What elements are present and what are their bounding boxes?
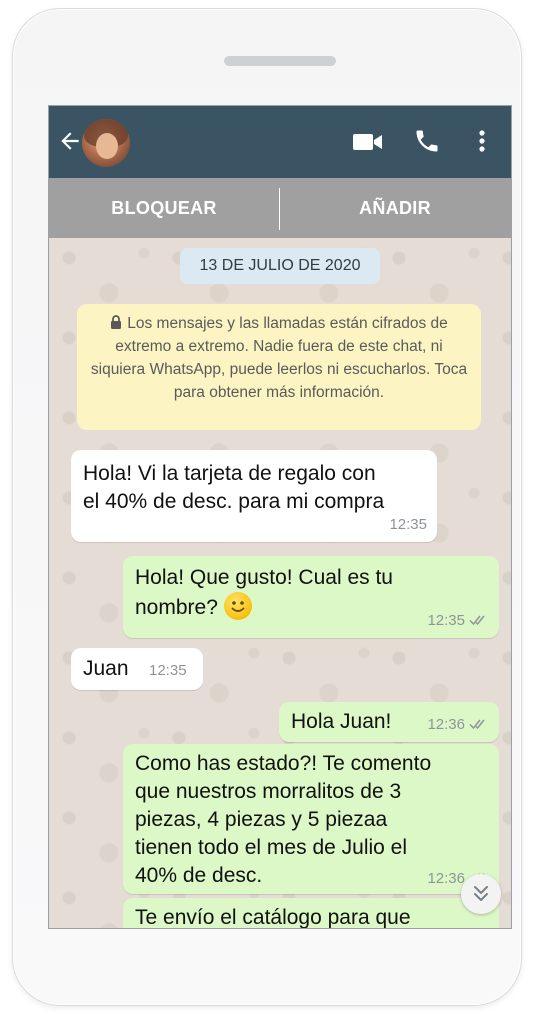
- message-time: 12:36: [427, 870, 465, 887]
- avatar-face: [96, 133, 118, 159]
- message-text: Hola Juan!: [291, 710, 392, 733]
- message-outgoing[interactable]: Hola! Que gusto! Cual es tu nombre? 12:3…: [123, 556, 499, 638]
- read-ticks-icon: [469, 615, 485, 626]
- message-time: 12:35: [149, 662, 187, 679]
- slightly-smiling-face-icon: [223, 592, 252, 620]
- message-time: 12:36: [427, 716, 465, 733]
- arrow-left-icon[interactable]: [57, 128, 83, 154]
- lock-icon: [111, 315, 122, 329]
- message-incoming[interactable]: Hola! Vi la tarjeta de regalo con el 40%…: [71, 450, 437, 542]
- message-time: 12:35: [427, 612, 465, 629]
- chat-header: [49, 106, 511, 178]
- block-button[interactable]: BLOQUEAR: [49, 178, 279, 238]
- read-ticks-icon: [469, 719, 485, 730]
- encryption-text: Los mensajes y las llamadas están cifrad…: [90, 315, 468, 401]
- phone-frame: BLOQUEAR AÑADIR 13 DE JULIO DE 2020 Los …: [12, 8, 522, 1006]
- message-outgoing[interactable]: Hola Juan! 12:36: [279, 702, 499, 742]
- date-chip: 13 DE JULIO DE 2020: [180, 248, 380, 284]
- message-outgoing[interactable]: Como has estado?! Te comento que nuestro…: [123, 744, 499, 894]
- double-chevron-down-icon: [474, 886, 488, 901]
- message-text: Juan: [83, 657, 129, 680]
- message-text: Hola! Que gusto! Cual es tu nombre?: [135, 566, 393, 619]
- message-meta: 12:35: [427, 612, 489, 630]
- add-contact-button[interactable]: AÑADIR: [280, 178, 510, 238]
- more-vertical-icon[interactable]: [469, 127, 495, 155]
- message-text-wrap: Hola! Que gusto! Cual es tu nombre?: [135, 564, 393, 622]
- video-camera-icon[interactable]: [351, 130, 385, 154]
- chat-area[interactable]: 13 DE JULIO DE 2020 Los mensajes y las l…: [49, 238, 511, 928]
- message-outgoing[interactable]: Te envío el catálogo para que: [123, 898, 499, 929]
- message-text: Como has estado?! Te comento que nuestro…: [135, 752, 432, 887]
- message-incoming[interactable]: Juan 12:35: [71, 648, 203, 690]
- scroll-to-bottom-button[interactable]: [461, 874, 501, 914]
- contact-avatar[interactable]: [82, 119, 130, 167]
- message-text: Te envío el catálogo para que: [135, 906, 411, 929]
- phone-speaker: [224, 56, 336, 66]
- whatsapp-screen: BLOQUEAR AÑADIR 13 DE JULIO DE 2020 Los …: [48, 105, 512, 929]
- phone-icon[interactable]: [413, 127, 441, 155]
- encryption-notice-text: Los mensajes y las llamadas están cifrad…: [87, 312, 471, 404]
- unknown-contact-actions: BLOQUEAR AÑADIR: [49, 178, 511, 238]
- message-meta: 12:36: [427, 716, 489, 734]
- message-text: Hola! Vi la tarjeta de regalo con el 40%…: [83, 462, 385, 513]
- encryption-notice[interactable]: Los mensajes y las llamadas están cifrad…: [77, 304, 481, 430]
- message-time: 12:35: [389, 516, 427, 533]
